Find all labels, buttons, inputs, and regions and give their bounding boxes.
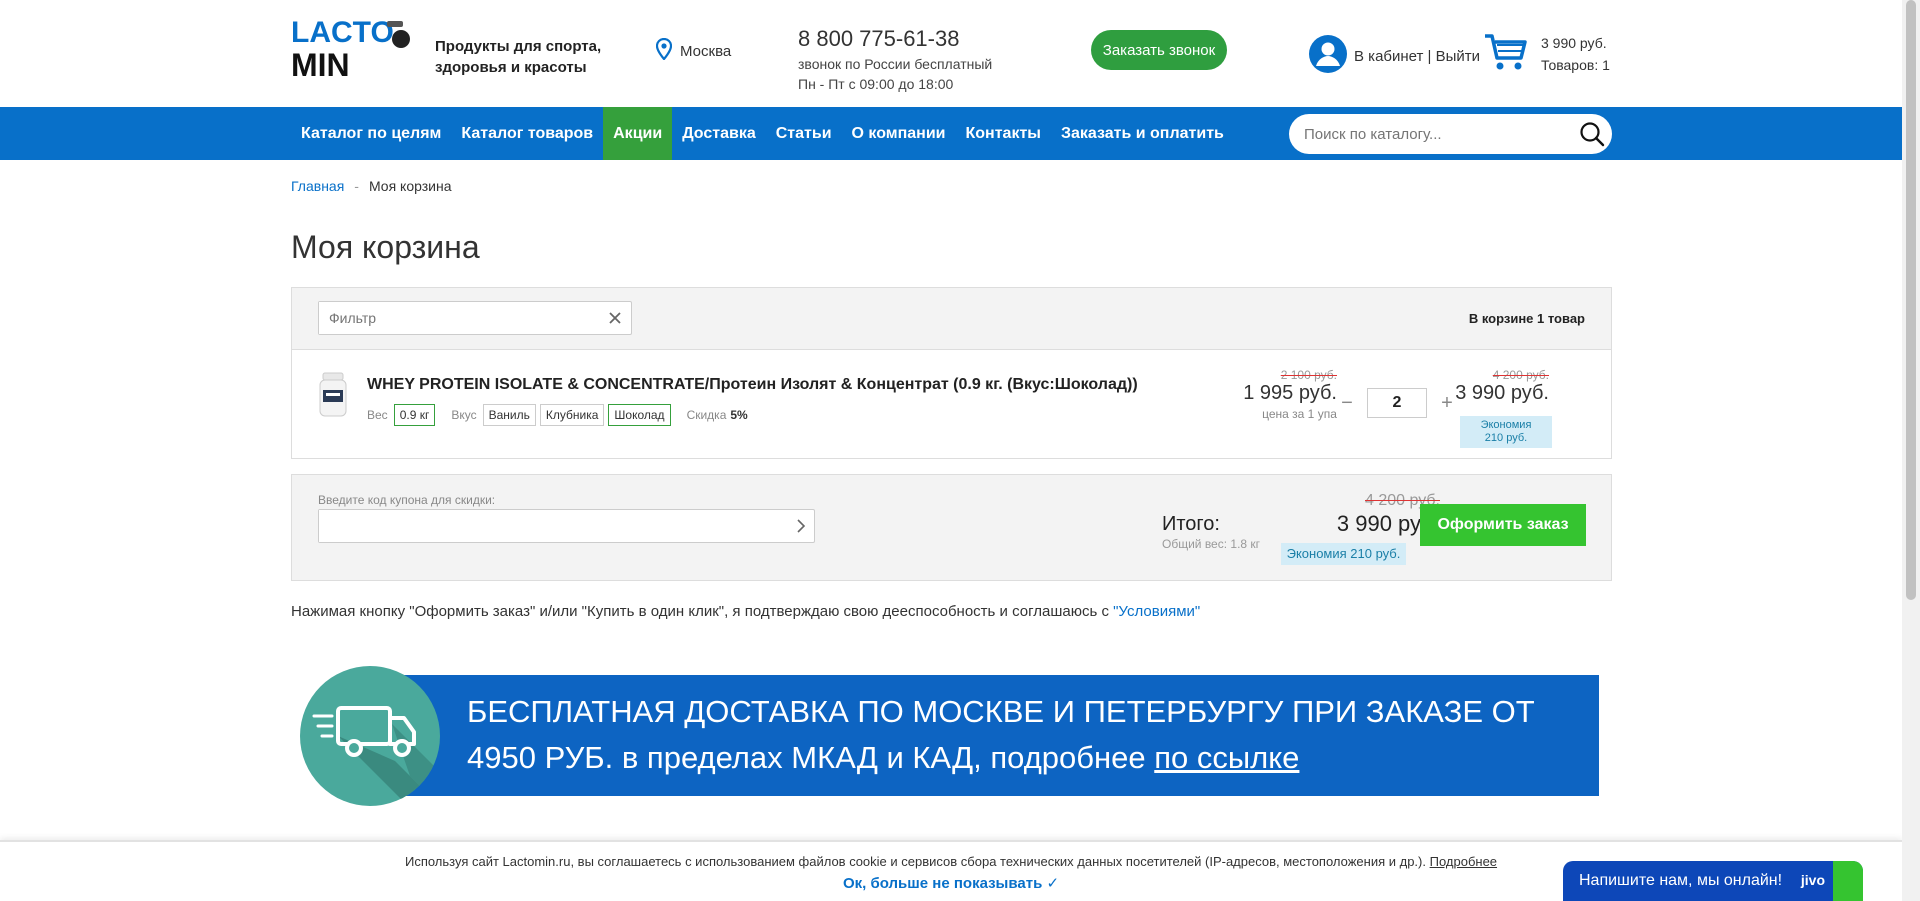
cart-item: WHEY PROTEIN ISOLATE & CONCENTRATE/Проте… [292,350,1611,458]
account-label: В кабинет | Выйти [1354,47,1481,65]
discount-label: Скидка [686,408,727,422]
banner-link[interactable]: по ссылке [1154,740,1299,775]
filter-box [318,301,632,335]
nav-item[interactable]: О компании [842,107,956,160]
checkout-button[interactable]: Оформить заказ [1420,504,1586,546]
work-hours: Пн - Пт с 09:00 до 18:00 [798,76,954,92]
item-total-price: 4 200 руб. 3 990 руб. [1444,368,1549,405]
quantity-stepper: − + [1339,388,1455,418]
cart-panel: В корзине 1 товар WHEY PROTEIN ISOLATE &… [291,287,1612,459]
item-total-new: 3 990 руб. [1455,382,1549,404]
item-total-old: 4 200 руб. [1492,368,1549,382]
coupon-box [318,509,815,543]
phone-note: звонок по России бесплатный [798,56,993,72]
header-cart-sum: 3 990 руб. [1541,35,1607,51]
city-selector[interactable]: Москва [655,37,732,64]
scrollbar-thumb[interactable] [1906,0,1916,600]
page-title: Моя корзина [291,229,480,265]
terms-link[interactable]: "Условиями" [1113,603,1200,620]
flavor-option-strawberry[interactable]: Клубника [539,404,605,426]
nav-item[interactable]: Заказать и оплатить [1051,107,1234,160]
phone-number[interactable]: 8 800 775-61-38 [798,26,959,52]
weight-group: Вес 0.9 кг [367,404,439,426]
jivo-logo: jivo [1800,872,1825,888]
breadcrumb-home[interactable]: Главная [291,178,344,194]
callback-button[interactable]: Заказать звонок [1091,30,1227,70]
user-icon [1308,34,1348,78]
nav-items: Каталог по целям Каталог товаров Акции Дост… [291,107,1234,160]
site-header: LACTO MIN Продукты для спорта, здоровья … [0,0,1902,107]
nav-item[interactable]: Доставка [672,107,766,160]
city-label: Москва [680,42,732,60]
nav-item[interactable]: Контакты [956,107,1051,160]
consent-text: Нажимая кнопку "Оформить заказ" и/или "К… [291,603,1114,620]
nav-item[interactable]: Каталог товаров [451,107,603,160]
svg-text:LACTO: LACTO [291,16,394,49]
header-cart-info: 3 990 руб. Товаров: 1 [1541,32,1610,76]
unit-price-note: цена за 1 упа [1262,407,1337,421]
unit-price-new: 1 995 руб. [1243,382,1337,404]
consent-note: Нажимая кнопку "Оформить заказ" и/или "К… [291,603,1200,620]
chat-label: Напишите нам, мы онлайн! [1579,872,1783,889]
site-tagline: Продукты для спорта, здоровья и красоты [435,38,602,76]
coupon-label: Введите код купона для скидки: [318,493,496,507]
nav-item[interactable]: Каталог по целям [291,107,451,160]
qty-minus-button[interactable]: − [1339,392,1355,415]
delivery-banner-text: БЕСПЛАТНАЯ ДОСТАВКА ПО МОСКВЕ И ПЕТЕРБУР… [467,689,1587,781]
discount-value: 5% [730,408,748,422]
chevron-right-icon[interactable] [794,518,808,534]
item-savings-badge: Экономия 210 руб. [1460,416,1552,448]
item-savings-label: Экономия [1480,419,1532,431]
cart-icon [1483,32,1527,77]
weight-label: Вес [367,408,388,422]
nav-item[interactable]: Акции [603,107,673,160]
banner-text: БЕСПЛАТНАЯ ДОСТАВКА ПО МОСКВЕ И ПЕТЕРБУР… [467,694,1535,775]
nav-item[interactable]: Статьи [766,107,842,160]
chat-status-indicator [1833,861,1863,901]
breadcrumb: Главная - Моя корзина [291,178,452,194]
item-savings-value: 210 руб. [1484,432,1528,444]
product-image[interactable] [318,372,348,418]
catalog-search[interactable] [1289,114,1612,154]
qty-input[interactable] [1367,388,1427,418]
search-icon[interactable] [1578,120,1606,148]
delivery-banner[interactable]: БЕСПЛАТНАЯ ДОСТАВКА ПО МОСКВЕ И ПЕТЕРБУР… [403,675,1599,796]
chat-widget[interactable]: Напишите нам, мы онлайн! jivo [1563,861,1863,901]
filter-input[interactable] [319,302,589,334]
cart-filter-bar: В корзине 1 товар [292,288,1611,350]
header-cart-count: Товаров: 1 [1541,57,1610,73]
svg-text:MIN: MIN [291,47,350,80]
coupon-input[interactable] [319,510,779,542]
total-savings-badge: Экономия 210 руб. [1281,543,1406,565]
truck-icon [300,666,440,806]
unit-price-old: 2 100 руб. [1280,368,1337,382]
total-weight: Общий вес: 1.8 кг [1162,537,1261,551]
close-icon[interactable] [607,310,623,326]
total-label: Итого: [1162,513,1220,535]
cookie-more-link[interactable]: Подробнее [1430,854,1497,869]
location-pin-icon [655,37,673,64]
breadcrumb-separator: - [354,178,359,194]
product-properties: Вес 0.9 кг Вкус Ваниль Клубника Шоколад … [367,404,760,426]
product-title[interactable]: WHEY PROTEIN ISOLATE & CONCENTRATE/Проте… [367,376,1138,394]
cart-item-count: В корзине 1 товар [1468,311,1585,326]
discount-group: Скидка 5% [687,408,748,422]
cookie-message: Используя сайт Lactomin.ru, вы соглашает… [404,854,1430,869]
page-scrollbar[interactable] [1902,0,1920,901]
flavor-option-vanilla[interactable]: Ваниль [482,404,536,426]
header-cart[interactable]: 3 990 руб. Товаров: 1 [1483,32,1610,77]
phone-info: звонок по России бесплатный Пн - Пт с 09… [798,54,992,94]
flavor-label: Вкус [451,408,477,422]
search-input[interactable] [1304,125,1564,143]
main-nav: Каталог по целям Каталог товаров Акции Дост… [0,107,1902,160]
flavor-group: Вкус Ваниль Клубника Шоколад [451,404,674,426]
flavor-option-chocolate[interactable]: Шоколад [608,404,671,426]
weight-option[interactable]: 0.9 кг [393,404,436,426]
site-logo[interactable]: LACTO MIN [291,14,421,83]
breadcrumb-current: Моя корзина [368,178,452,194]
unit-price: 2 100 руб. 1 995 руб. цена за 1 упа [1232,368,1337,421]
account-link[interactable]: В кабинет | Выйти [1308,34,1480,78]
order-total-panel: Введите код купона для скидки: Итого: Об… [291,474,1612,581]
